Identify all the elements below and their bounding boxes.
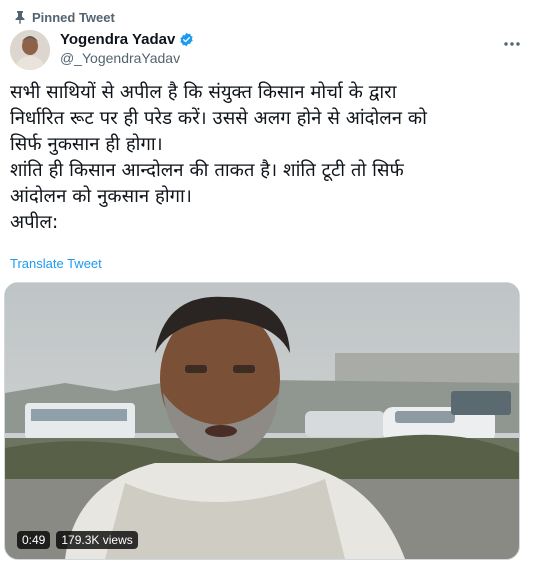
tweet-author: Yogendra Yadav @_YogendraYadav bbox=[60, 31, 194, 66]
tweet-text: सभी साथियों से अपील है कि संयुक्त किसान … bbox=[10, 82, 427, 233]
video-duration: 0:49 bbox=[17, 531, 51, 549]
video-thumbnail bbox=[5, 283, 519, 559]
verified-badge-icon bbox=[179, 32, 194, 47]
author-handle[interactable]: @_YogendraYadav bbox=[60, 50, 194, 66]
video-player[interactable]: 0:49 179.3K views bbox=[4, 282, 520, 560]
video-views: 179.3K views bbox=[56, 531, 138, 549]
pin-icon bbox=[14, 10, 26, 24]
more-options-button[interactable] bbox=[501, 32, 523, 50]
video-meta: 0:49 179.3K views bbox=[17, 531, 138, 549]
pinned-label: Pinned Tweet bbox=[32, 9, 115, 25]
avatar[interactable] bbox=[10, 30, 50, 70]
more-dots-icon bbox=[503, 32, 521, 51]
author-display-name[interactable]: Yogendra Yadav bbox=[60, 31, 175, 48]
translate-tweet-link[interactable]: Translate Tweet bbox=[10, 256, 102, 271]
pinned-tweet-indicator: Pinned Tweet bbox=[14, 8, 115, 26]
